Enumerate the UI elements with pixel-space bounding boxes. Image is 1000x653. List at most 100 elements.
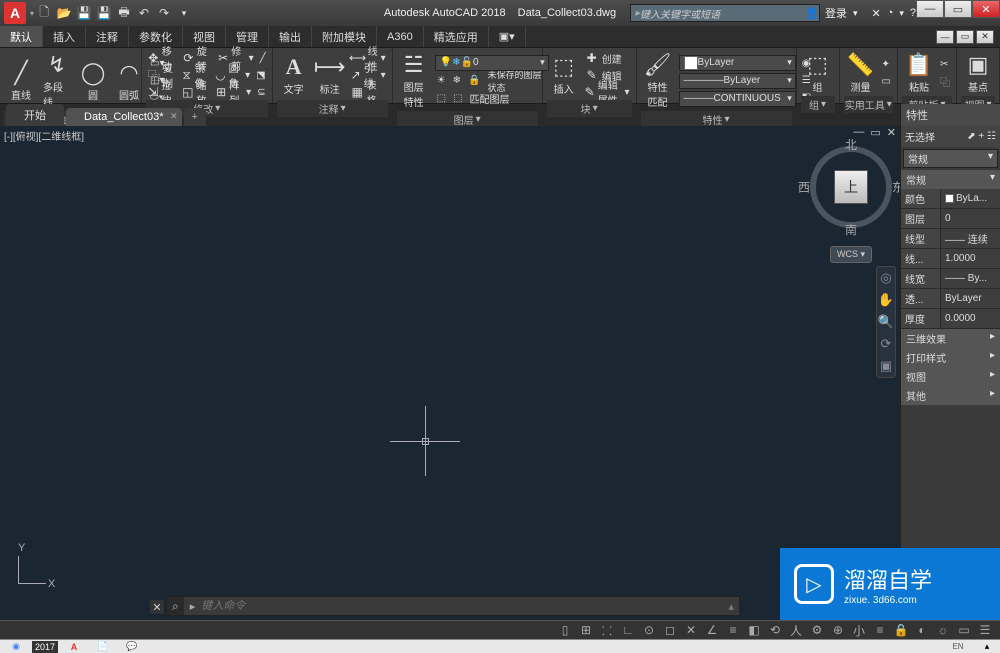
vp-close[interactable]: ✕ — [887, 126, 896, 139]
layer-dropdown[interactable]: 💡❄🔓 0 — [435, 55, 549, 71]
status-model-icon[interactable]: ▯ — [556, 622, 574, 638]
tb-ime[interactable]: EN — [945, 641, 971, 653]
status-cycling-icon[interactable]: ⟲ — [766, 622, 784, 638]
nav-showmotion-icon[interactable]: ▣ — [877, 355, 895, 377]
nav-zoom-icon[interactable]: 🔍 — [877, 311, 895, 333]
chamfer-icon[interactable]: ⬔ — [254, 67, 267, 83]
line-button[interactable]: ╱直线 — [4, 58, 38, 104]
status-lock-icon[interactable]: 🔒 — [892, 622, 910, 638]
tab-a360[interactable]: A360 — [377, 26, 424, 47]
layer-tool-1[interactable]: ☀ — [435, 73, 448, 89]
tb-tray[interactable]: ▴ — [974, 641, 1000, 653]
cmd-recent-icon[interactable]: ⌕ — [167, 597, 184, 615]
undo-icon[interactable]: ↶ — [136, 5, 152, 21]
open-icon[interactable]: 📂 — [56, 5, 72, 21]
util-tool-1[interactable]: ✦ — [880, 57, 893, 73]
tab-default[interactable]: 默认 — [0, 26, 43, 47]
tab-start[interactable]: 开始 — [6, 104, 64, 126]
tab-new[interactable]: + — [184, 108, 206, 126]
layer-tool-6[interactable]: 匹配图层 — [468, 91, 512, 107]
extend-icon[interactable]: ╱ — [258, 50, 268, 66]
tb-chrome[interactable]: ◉ — [3, 641, 29, 653]
props-filter-icon[interactable]: ☷ — [987, 131, 996, 142]
layer-tool-4[interactable]: ⬚ — [435, 91, 448, 107]
login-button[interactable]: 登录 — [825, 5, 847, 21]
prop-row[interactable]: 透...ByLayer — [901, 289, 1000, 309]
group-button[interactable]: ⬚组 — [801, 50, 835, 96]
drawing-area[interactable]: [-][俯视][二维线框] — ▭ ✕ 北 南 西 东 上 WCS ▾ ◎ ✋ … — [0, 126, 900, 620]
tab-annotate[interactable]: 注释 — [86, 26, 129, 47]
tab-featured[interactable]: 精选应用 — [424, 26, 489, 47]
props-section-misc[interactable]: 其他▸ — [901, 386, 1000, 405]
paste-button[interactable]: 📋粘贴 — [902, 50, 936, 96]
compass-south[interactable]: 南 — [845, 221, 857, 238]
tb-pdf[interactable]: 📄 — [90, 641, 116, 653]
tab-output[interactable]: 输出 — [269, 26, 312, 47]
prop-row[interactable]: 图层0 — [901, 209, 1000, 229]
status-custom-icon[interactable]: ☰ — [976, 622, 994, 638]
minimize-button[interactable]: — — [916, 0, 944, 18]
arc-button[interactable]: ◠圆弧 — [112, 58, 146, 104]
doc-restore[interactable]: ▭ — [956, 30, 974, 44]
edit-attr-button[interactable]: ✎编辑属性 ▾ — [583, 84, 632, 100]
prop-row[interactable]: 线...1.0000 — [901, 249, 1000, 269]
qat-dropdown-icon[interactable]: ▾ — [176, 5, 192, 21]
props-section-general[interactable]: 常规▾ — [901, 170, 1000, 189]
new-icon[interactable]: 🗋 — [36, 5, 52, 21]
nav-wheel-icon[interactable]: ◎ — [877, 267, 895, 289]
nav-pan-icon[interactable]: ✋ — [877, 289, 895, 311]
status-isolate-icon[interactable]: ◐ — [913, 622, 931, 638]
viewport-label[interactable]: [-][俯视][二维线框] — [4, 128, 84, 143]
linetype-dropdown[interactable]: ——— CONTINUOUS — [679, 91, 796, 107]
copy2-icon[interactable]: ⿻ — [938, 74, 952, 90]
props-pick-icon[interactable]: ⬈ — [967, 131, 975, 142]
dim-button[interactable]: ⟼标注 — [313, 52, 347, 98]
stretch-button[interactable]: ⇲拉伸 — [146, 84, 178, 100]
layer-props-button[interactable]: ☱图层 特性 — [397, 50, 431, 111]
props-add-icon[interactable]: + — [978, 131, 984, 142]
array-button[interactable]: ⊞阵列 ▾ — [214, 84, 253, 100]
doc-close[interactable]: ✕ — [976, 30, 994, 44]
help-search[interactable]: ▸ 键入关键字或短语 — [630, 4, 820, 22]
tab-insert[interactable]: 插入 — [43, 26, 86, 47]
maximize-button[interactable]: ▭ — [944, 0, 972, 18]
cut-icon[interactable]: ✂ — [938, 57, 952, 73]
props-selection-dropdown[interactable]: 常规▾ — [903, 149, 998, 168]
saveas-icon[interactable]: 💾 — [96, 5, 112, 21]
layer-tool-5[interactable]: ⬚ — [451, 91, 464, 107]
status-qp-icon[interactable]: ≡ — [871, 622, 889, 638]
status-3dosnap-icon[interactable]: ✕ — [682, 622, 700, 638]
tab-document[interactable]: Data_Collect03*✕ — [66, 108, 182, 126]
scale-button[interactable]: ◱缩放 — [180, 84, 212, 100]
layer-tool-3[interactable]: 🔒 — [466, 73, 482, 89]
signin-icon[interactable]: 👤 — [805, 7, 819, 20]
compass-ring[interactable]: 北 南 西 东 上 — [810, 146, 892, 228]
prop-row[interactable]: 线宽—— By... — [901, 269, 1000, 289]
text-button[interactable]: A文字 — [277, 52, 311, 98]
print-icon[interactable]: 🖶 — [116, 5, 132, 21]
tb-autocad[interactable]: A — [61, 641, 87, 653]
status-snap-icon[interactable]: ⸬ — [598, 622, 616, 638]
circle-button[interactable]: ◯圆 — [76, 58, 110, 104]
layer-state-button[interactable]: 未保存的图层状态 — [485, 73, 548, 89]
color-dropdown[interactable]: ByLayer — [679, 55, 796, 71]
nav-orbit-icon[interactable]: ⟳ — [877, 333, 895, 355]
app-logo[interactable]: A — [4, 2, 26, 24]
status-hw-icon[interactable]: ☼ — [934, 622, 952, 638]
polyline-button[interactable]: ↯多段线 — [40, 50, 74, 111]
status-ortho-icon[interactable]: ∟ — [619, 622, 637, 638]
prop-row[interactable]: 颜色ByLa... — [901, 189, 1000, 209]
a360-icon[interactable]: ◔ — [887, 7, 894, 19]
prop-row[interactable]: 线型—— 连续 — [901, 229, 1000, 249]
props-section-view[interactable]: 视图▸ — [901, 367, 1000, 386]
redo-icon[interactable]: ↷ — [156, 5, 172, 21]
status-units-icon[interactable]: 小 — [850, 622, 868, 638]
cmd-expand-icon[interactable]: ▴ — [723, 600, 739, 613]
status-grid-icon[interactable]: ⊞ — [577, 622, 595, 638]
tab-overflow[interactable]: ▣▾ — [489, 26, 526, 47]
status-clean-icon[interactable]: ▭ — [955, 622, 973, 638]
status-otrack-icon[interactable]: ∠ — [703, 622, 721, 638]
props-section-plot[interactable]: 打印样式▸ — [901, 348, 1000, 367]
cmdline-close[interactable]: ✕ — [150, 600, 164, 614]
cmd-input[interactable] — [201, 600, 723, 612]
